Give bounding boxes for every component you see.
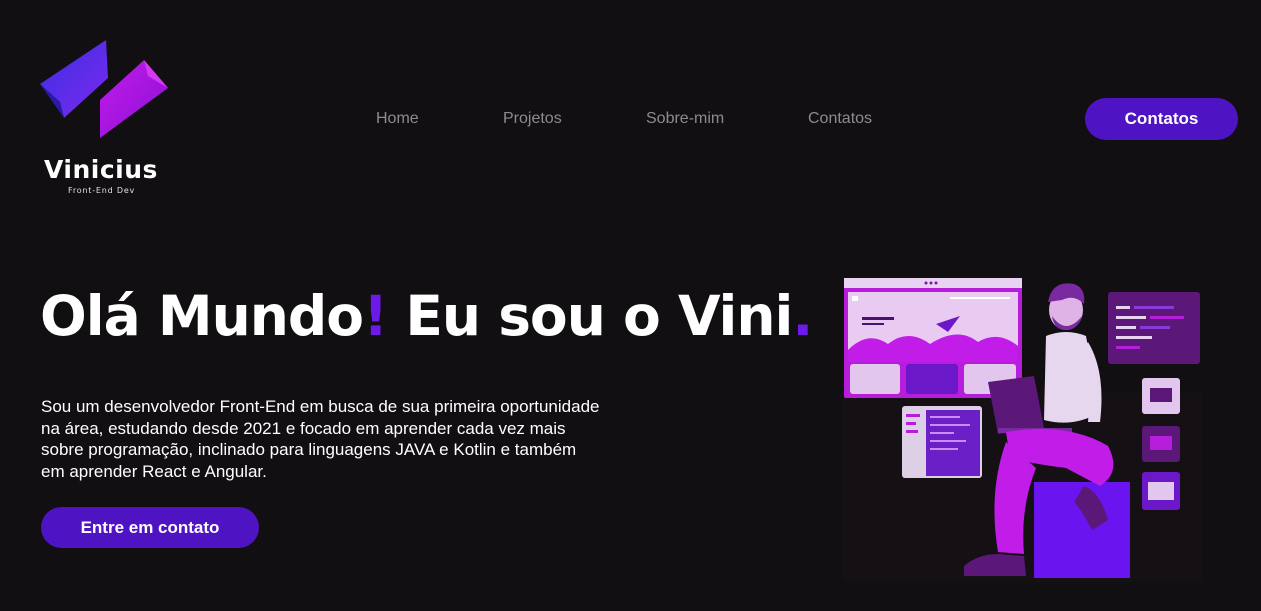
hero-title-part1: Olá Mundo [40,284,364,348]
code-window-icon [1108,292,1200,364]
hero-title-exclamation: ! [363,284,388,348]
contatos-button[interactable]: Contatos [1085,98,1238,140]
brand-name: Vinicius [44,155,158,184]
nav-link-home[interactable]: Home [376,110,419,128]
nav-link-sobre-mim[interactable]: Sobre-mim [646,110,724,128]
main-nav: Home Projetos Sobre-mim Contatos [0,110,1261,130]
browser-window-icon [844,278,1022,398]
code-card-icon [902,406,982,478]
nav-link-contatos[interactable]: Contatos [808,110,872,128]
hero-title: Olá Mundo! Eu sou o Vini. [40,284,813,348]
page: Vinicius Front-End Dev Home Projetos Sob… [0,0,1261,611]
brand-subtitle: Front-End Dev [68,186,136,195]
nav-link-projetos[interactable]: Projetos [503,110,562,128]
entre-em-contato-button[interactable]: Entre em contato [41,507,259,548]
hero-title-part2: Eu sou o Vini [387,284,793,348]
hero-description: Sou um desenvolvedor Front-End em busca … [41,397,600,481]
hero-title-period: . [792,284,813,348]
developer-with-laptop-illustration [842,278,1202,582]
